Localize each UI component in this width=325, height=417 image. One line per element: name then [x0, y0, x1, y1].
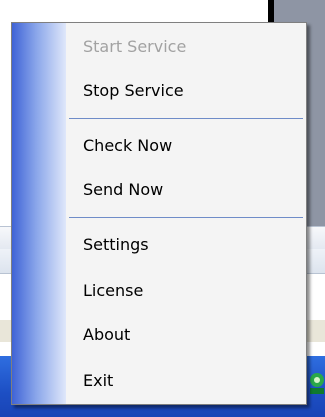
menu-item-stop-service[interactable]: Stop Service: [66, 73, 306, 107]
menu-item-start-service: Start Service: [83, 36, 187, 56]
menu-item-about[interactable]: About: [66, 317, 306, 351]
menu-separator: [69, 217, 303, 218]
tray-app-icon[interactable]: [306, 368, 324, 398]
menu-item-license[interactable]: License: [66, 273, 306, 307]
menu-separator: [69, 118, 303, 119]
menu-side-strip: [12, 23, 66, 404]
menu-item-send-now[interactable]: Send Now: [66, 172, 306, 206]
menu-item-settings[interactable]: Settings: [66, 227, 306, 261]
menu-item-exit[interactable]: Exit: [66, 363, 306, 397]
menu-item-check-now[interactable]: Check Now: [66, 128, 306, 162]
tray-context-menu: Start Service Stop Service Check Now Sen…: [11, 22, 307, 405]
